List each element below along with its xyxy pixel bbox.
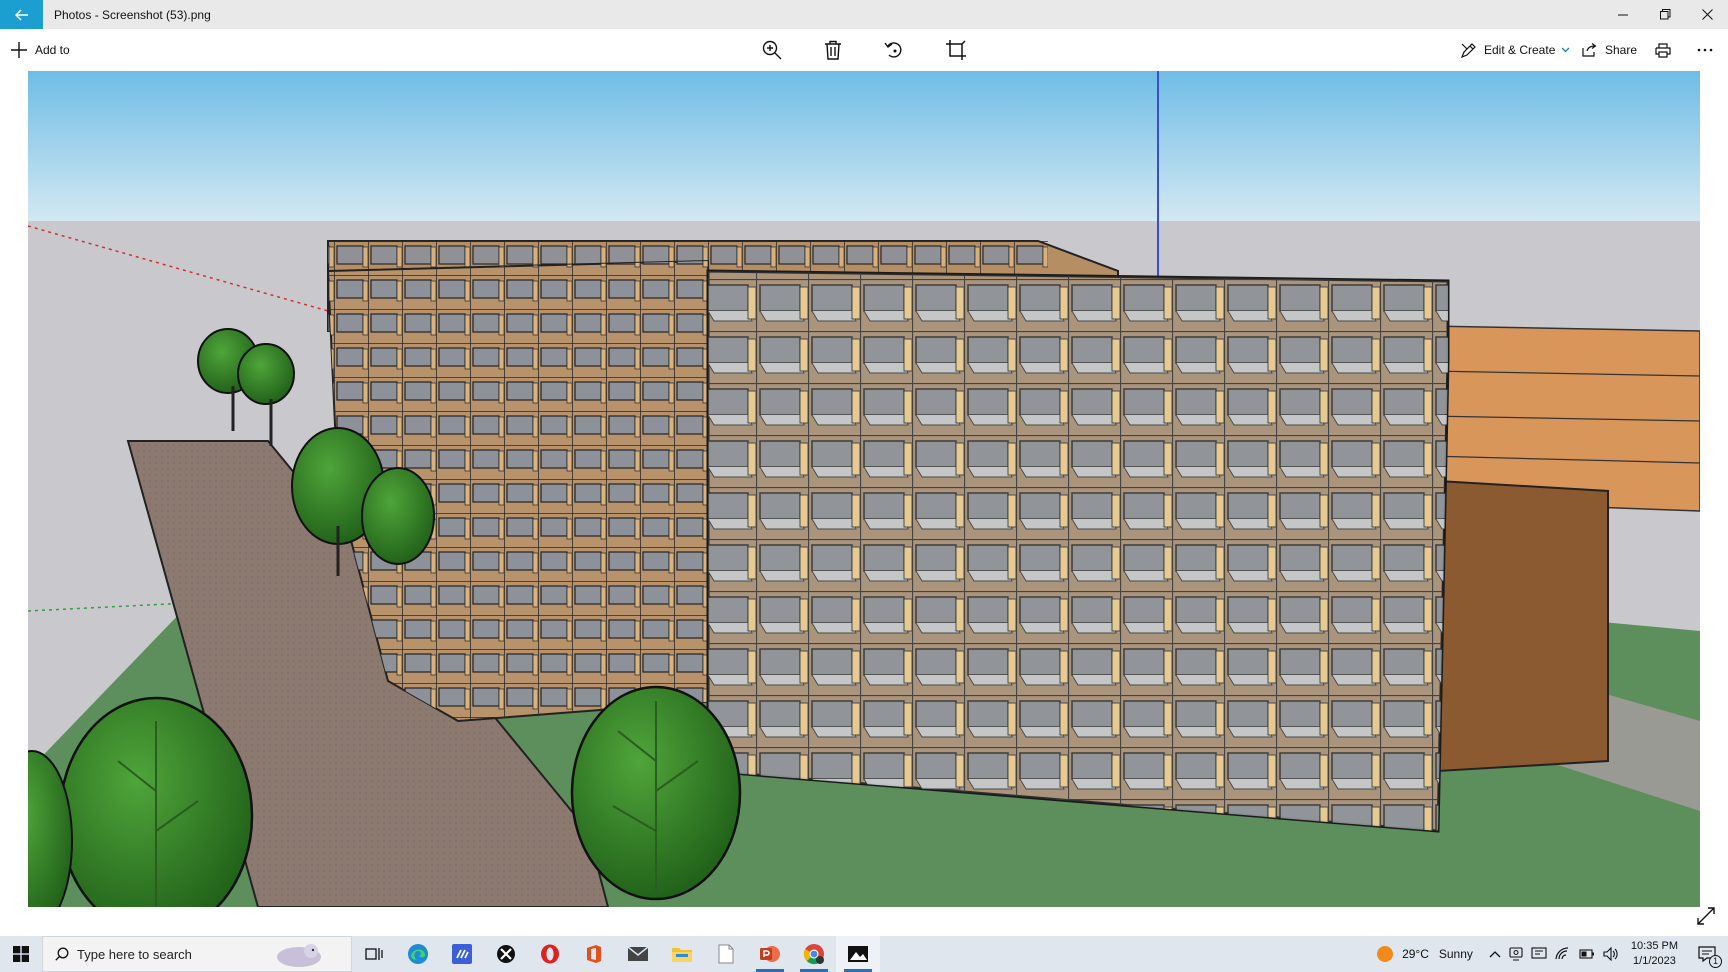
window-title: Photos - Screenshot (53).png — [54, 7, 211, 22]
edit-create-button[interactable]: Edit & Create — [1461, 29, 1570, 71]
ellipsis-icon — [1697, 48, 1713, 52]
speaker-icon — [1603, 947, 1618, 961]
zoom-button[interactable] — [762, 29, 782, 71]
windows-logo-icon — [13, 946, 29, 962]
window-controls — [1602, 0, 1728, 29]
back-button[interactable] — [0, 0, 43, 29]
print-button[interactable] — [1655, 29, 1671, 71]
show-hidden-icons-button[interactable] — [1485, 936, 1505, 972]
photo-toolbar: Add to Edit & Create Share — [0, 29, 1728, 71]
opera-app[interactable] — [528, 936, 572, 972]
share-label: Share — [1605, 43, 1638, 57]
photos-icon — [848, 946, 868, 962]
chevron-down-icon — [1561, 47, 1570, 53]
taskbar: 29°C Sunny 10:35 PM 1/1/2023 1 — [0, 936, 1728, 972]
photos-app[interactable] — [836, 936, 880, 972]
tray-volume[interactable] — [1599, 936, 1623, 972]
search-highlight-icon — [277, 944, 321, 967]
document-icon — [718, 944, 734, 964]
building-model-image — [28, 71, 1700, 907]
minimize-button[interactable] — [1602, 0, 1644, 29]
edge-app[interactable] — [396, 936, 440, 972]
add-to-button[interactable]: Add to — [11, 29, 70, 71]
opera-icon — [541, 944, 559, 964]
more-options-button[interactable] — [1697, 29, 1713, 71]
powerpoint-icon — [760, 946, 780, 962]
notification-count: 1 — [1708, 955, 1722, 968]
powerpoint-app[interactable] — [748, 936, 792, 972]
display-icon — [1531, 947, 1547, 959]
chrome-icon — [803, 944, 824, 965]
edit-pen-icon — [1461, 42, 1476, 58]
task-view-button[interactable] — [352, 936, 396, 972]
clock-date: 1/1/2023 — [1633, 955, 1676, 967]
tray-battery[interactable] — [1575, 936, 1599, 972]
arrow-left-icon — [14, 8, 28, 21]
chevron-up-icon — [1489, 951, 1501, 958]
clock-time: 10:35 PM — [1630, 940, 1678, 952]
xbox-icon — [497, 945, 515, 963]
title-bar: Photos - Screenshot (53).png — [0, 0, 1728, 29]
taskbar-clock[interactable]: 10:35 PM 1/1/2023 — [1623, 939, 1686, 969]
minimize-icon — [1617, 14, 1628, 16]
expand-icon — [1697, 907, 1715, 925]
file-explorer-app[interactable] — [660, 936, 704, 972]
search-input[interactable] — [77, 946, 267, 962]
office-app[interactable] — [572, 936, 616, 972]
printer-icon — [1655, 42, 1671, 58]
webcam-icon — [1509, 947, 1523, 961]
close-icon — [1701, 9, 1713, 20]
weather-condition: Sunny — [1438, 947, 1473, 961]
plus-icon — [11, 42, 27, 58]
edit-create-label: Edit & Create — [1484, 43, 1556, 57]
delete-button[interactable] — [824, 29, 842, 71]
office-icon — [587, 945, 601, 963]
wifi-icon — [1555, 947, 1568, 960]
full-screen-button[interactable] — [1694, 904, 1718, 928]
share-icon — [1582, 43, 1597, 57]
battery-icon — [1579, 949, 1594, 959]
edge-icon — [408, 944, 428, 964]
visual-studio-code-app[interactable] — [440, 936, 484, 972]
task-view-icon — [365, 948, 383, 960]
chrome-app[interactable] — [792, 936, 836, 972]
close-button[interactable] — [1686, 0, 1728, 29]
sun-icon — [1377, 946, 1394, 962]
mail-app[interactable] — [616, 936, 660, 972]
share-button[interactable]: Share — [1582, 29, 1637, 71]
tray-device[interactable] — [1527, 936, 1551, 972]
notepad-app[interactable] — [704, 936, 748, 972]
weather-widget[interactable]: 29°C Sunny — [1372, 936, 1477, 972]
tray-meet-now[interactable] — [1505, 936, 1527, 972]
system-tray: 29°C Sunny 10:35 PM 1/1/2023 1 — [1372, 936, 1728, 972]
crop-icon — [946, 40, 966, 60]
rotate-icon — [884, 42, 902, 58]
folder-icon — [672, 948, 692, 962]
zoom-in-icon — [762, 40, 782, 60]
photo-viewport[interactable] — [28, 71, 1700, 907]
mail-icon — [627, 946, 649, 961]
trash-icon — [825, 40, 841, 60]
add-to-label: Add to — [35, 43, 70, 57]
notification-center-button[interactable]: 1 — [1686, 936, 1728, 972]
start-button[interactable] — [0, 936, 42, 972]
search-icon — [55, 947, 69, 961]
vscode-icon — [452, 944, 472, 964]
restore-icon — [1659, 9, 1670, 20]
crop-button[interactable] — [946, 29, 966, 71]
tray-network[interactable] — [1551, 936, 1575, 972]
rotate-button[interactable] — [884, 29, 904, 71]
restore-button[interactable] — [1644, 0, 1686, 29]
xbox-app[interactable] — [484, 936, 528, 972]
taskbar-search[interactable] — [42, 936, 352, 972]
weather-temperature: 29°C — [1402, 947, 1429, 961]
